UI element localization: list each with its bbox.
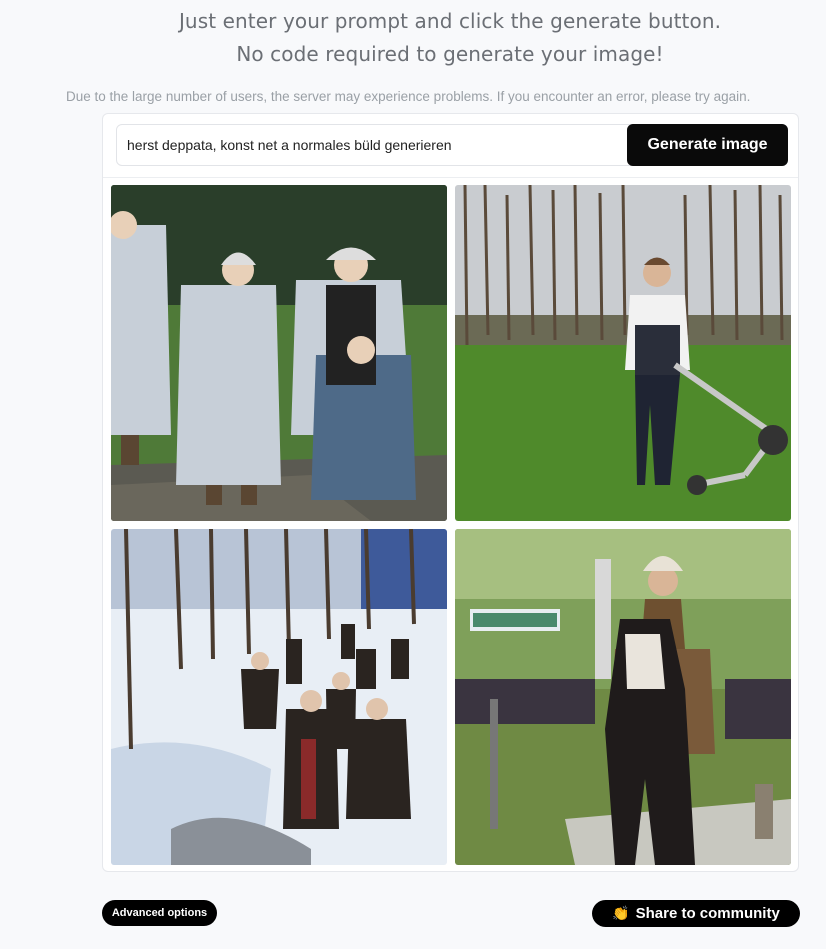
generator-panel: Generate image: [102, 113, 799, 872]
share-label: Share to community: [635, 905, 780, 922]
generated-image-4[interactable]: [455, 529, 791, 865]
generate-image-button[interactable]: Generate image: [627, 124, 788, 166]
prompt-input[interactable]: [117, 125, 627, 165]
divider: [103, 177, 798, 178]
share-to-community-button[interactable]: 👏 Share to community: [592, 900, 800, 927]
generated-image-1[interactable]: [111, 185, 447, 521]
generated-image-3[interactable]: [111, 529, 447, 865]
clap-hands-icon: 👏: [612, 905, 630, 921]
headline-line-1: Just enter your prompt and click the gen…: [178, 9, 722, 33]
prompt-bar: Generate image: [116, 124, 788, 166]
page: Just enter your prompt and click the gen…: [0, 0, 826, 949]
headline-line-2: No code required to generate your image!: [236, 42, 664, 66]
advanced-options-button[interactable]: Advanced options: [102, 900, 217, 926]
generated-image-2[interactable]: [455, 185, 791, 521]
server-notice: Due to the large number of users, the se…: [66, 89, 751, 104]
